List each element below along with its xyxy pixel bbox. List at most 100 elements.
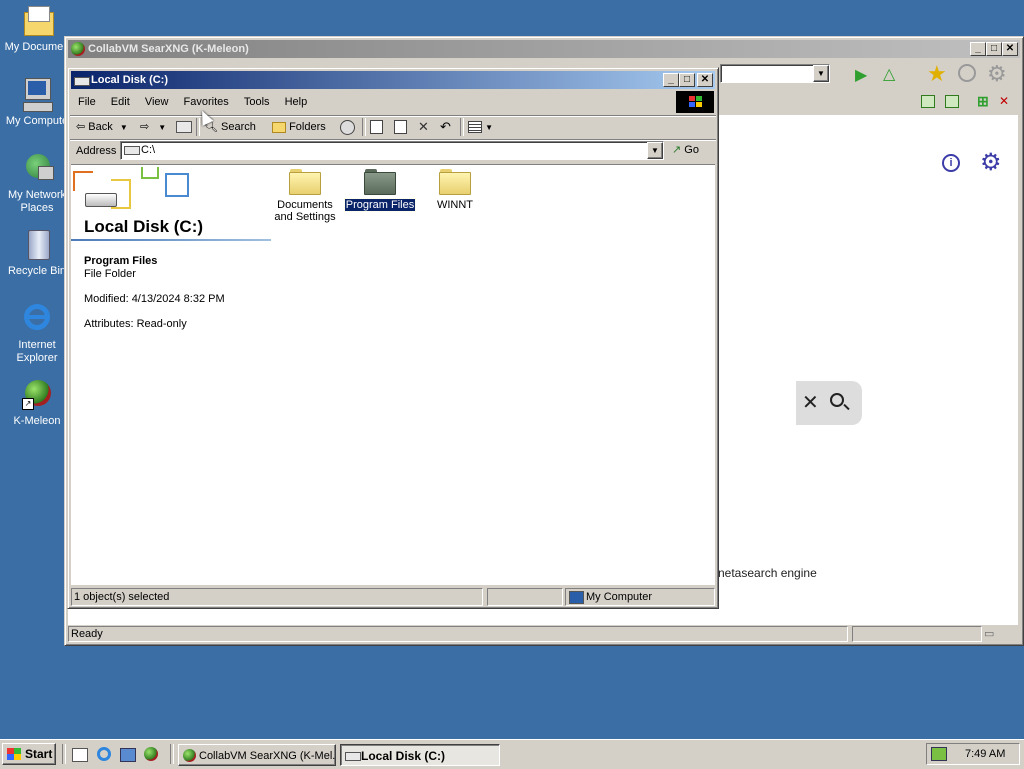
- show-desktop-icon[interactable]: [72, 748, 88, 762]
- preferences-gear-icon[interactable]: ⚙: [980, 148, 1002, 177]
- go-arrow-icon: ↗: [672, 144, 682, 156]
- undo-icon: ↶: [440, 119, 451, 134]
- views-icon: [468, 121, 482, 134]
- quicklaunch-ie-icon[interactable]: [97, 747, 111, 761]
- status-middle-field: [487, 588, 563, 606]
- forward-button[interactable]: ⇨ ▼: [140, 116, 166, 138]
- settings-gear-icon[interactable]: ⚙: [987, 61, 1007, 87]
- status-zone-field: My Computer: [565, 588, 715, 606]
- folders-icon: [272, 121, 286, 133]
- panel-item-type: File Folder: [84, 268, 136, 280]
- quicklaunch-kmeleon-icon[interactable]: [144, 747, 158, 761]
- maximize-button[interactable]: □: [679, 73, 695, 87]
- desktop-icon-kmeleon[interactable]: ↗ K-Meleon: [0, 378, 74, 428]
- folder-documents-and-settings[interactable]: Documents and Settings: [265, 169, 345, 223]
- explorer-titlebar[interactable]: Local Disk (C:) _ □ ✕: [71, 71, 715, 89]
- folder-label-selected: Program Files: [343, 198, 417, 212]
- back-arrow-icon: ⇦: [76, 121, 86, 133]
- address-value: C:\: [141, 144, 156, 156]
- tab-icon-1[interactable]: [921, 95, 935, 108]
- desktop-icon-internet-explorer[interactable]: Internet Explorer: [0, 302, 74, 365]
- desktop-icon-label: Recycle Bin: [7, 265, 67, 277]
- new-tab-icon[interactable]: ⊞: [977, 93, 989, 110]
- maximize-button[interactable]: □: [986, 42, 1002, 56]
- chevron-down-icon[interactable]: ▼: [120, 123, 128, 132]
- up-arrow-icon[interactable]: △: [883, 64, 895, 84]
- folder-label: WINNT: [436, 199, 474, 211]
- go-label: Go: [684, 144, 699, 156]
- browser-titlebar[interactable]: CollabVM SearXNG (K-Meleon) _ □ ✕: [68, 40, 1020, 58]
- tagline: netasearch engine: [718, 566, 817, 580]
- delete-button[interactable]: ✕: [418, 116, 429, 138]
- folder-winnt[interactable]: WINNT: [415, 169, 495, 211]
- status-selected: 1 object(s) selected: [74, 591, 170, 603]
- start-button[interactable]: Start: [2, 743, 56, 765]
- copy-to-button[interactable]: [394, 116, 407, 138]
- move-to-button[interactable]: [370, 116, 383, 138]
- desktop-icon-my-documents[interactable]: My Documen: [0, 4, 74, 54]
- drive-icon: [345, 752, 361, 761]
- task-label: Local Disk (C:): [361, 749, 446, 763]
- explorer-statusbar: 1 object(s) selected My Computer: [71, 587, 715, 607]
- explorer-content: Local Disk (C:) Program Files File Folde…: [71, 164, 715, 585]
- menu-edit[interactable]: Edit: [105, 92, 136, 112]
- close-tab-icon[interactable]: ✕: [999, 94, 1009, 108]
- desktop-icon-label-line1: Internet: [18, 339, 56, 351]
- undo-button[interactable]: ↶: [440, 116, 451, 138]
- views-button[interactable]: ▼: [468, 116, 493, 138]
- chevron-down-icon[interactable]: ▼: [647, 142, 663, 159]
- forward-arrow-icon: ⇨: [140, 121, 150, 133]
- clear-icon[interactable]: ✕: [802, 390, 819, 415]
- task-label: CollabVM SearXNG (K-Mel...: [199, 750, 336, 762]
- desktop-icon-label: My Documen: [4, 41, 70, 53]
- ie-icon: [20, 302, 54, 336]
- go-arrow-icon[interactable]: ▶: [855, 65, 867, 85]
- folder-program-files[interactable]: Program Files: [340, 169, 420, 212]
- panel-attributes: Attributes: Read-only: [84, 318, 187, 330]
- menu-help[interactable]: Help: [279, 92, 314, 112]
- history-clock-icon[interactable]: [958, 64, 976, 82]
- up-folder-button[interactable]: [176, 116, 192, 138]
- network-tray-icon[interactable]: [931, 747, 947, 761]
- minimize-button[interactable]: _: [663, 73, 679, 87]
- desktop-icon-my-computer[interactable]: My Compute: [0, 78, 74, 128]
- search-icon[interactable]: [830, 393, 844, 407]
- taskbar-button-explorer[interactable]: Local Disk (C:): [340, 744, 500, 766]
- desktop-icon-network-places[interactable]: My Network Places: [0, 152, 74, 215]
- close-button[interactable]: ✕: [697, 73, 713, 87]
- folders-button[interactable]: Folders: [272, 116, 326, 138]
- banner-square-blue: [165, 173, 189, 197]
- browser-url-dropdown[interactable]: ▼: [720, 64, 830, 83]
- start-label: Start: [25, 747, 53, 761]
- tab-icon-2[interactable]: [945, 95, 959, 108]
- browser-title: CollabVM SearXNG (K-Meleon): [88, 43, 249, 55]
- minimize-button[interactable]: _: [970, 42, 986, 56]
- go-button[interactable]: ↗ Go: [672, 141, 712, 160]
- menu-file[interactable]: File: [72, 92, 102, 112]
- folder-label-line1: Documents: [277, 199, 333, 211]
- windows-logo-icon: [676, 91, 714, 113]
- bookmark-star-icon[interactable]: ★: [927, 61, 947, 87]
- kmeleon-icon: [71, 42, 85, 56]
- quicklaunch-outlook-icon[interactable]: [120, 748, 136, 762]
- toolbar-separator: [362, 118, 366, 136]
- system-tray: 7:49 AM: [926, 743, 1020, 765]
- desktop-icon-recycle-bin[interactable]: Recycle Bin: [0, 228, 74, 278]
- address-field[interactable]: C:\ ▼: [120, 141, 664, 160]
- chevron-down-icon[interactable]: ▼: [485, 123, 493, 132]
- delete-icon: ✕: [418, 119, 429, 134]
- kmeleon-icon: [183, 749, 196, 762]
- panel-heading-rule: [71, 239, 271, 241]
- back-button[interactable]: ⇦ Back ▼: [76, 116, 128, 138]
- taskbar-button-browser[interactable]: CollabVM SearXNG (K-Mel...: [178, 744, 336, 766]
- history-button[interactable]: [340, 116, 355, 138]
- drive-icon: [74, 77, 90, 86]
- close-button[interactable]: ✕: [1002, 42, 1018, 56]
- menu-tools[interactable]: Tools: [238, 92, 276, 112]
- menu-view[interactable]: View: [139, 92, 175, 112]
- chevron-down-icon[interactable]: ▼: [158, 123, 166, 132]
- clock[interactable]: 7:49 AM: [965, 748, 1005, 760]
- chevron-down-icon[interactable]: ▼: [813, 65, 829, 82]
- info-icon[interactable]: i: [942, 154, 960, 172]
- desktop-icon-label: K-Meleon: [13, 415, 61, 427]
